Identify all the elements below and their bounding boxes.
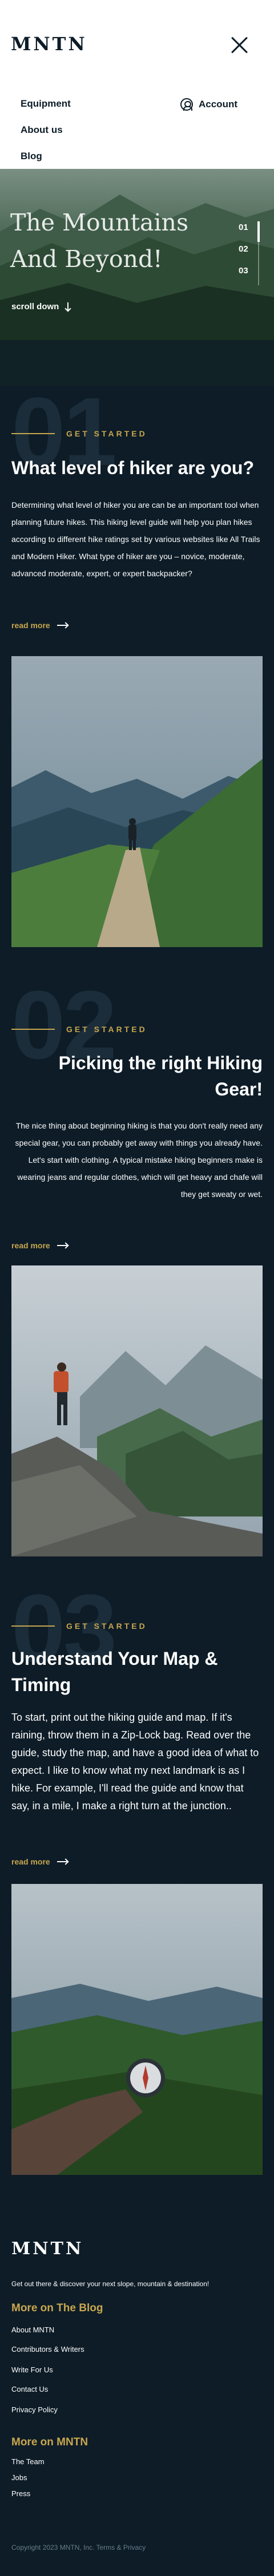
eyebrow-text: GET STARTED [66,429,147,438]
menu-item-about-us[interactable]: About us [21,124,63,136]
read-more-label: read more [11,621,50,630]
footer-link-press[interactable]: Press [11,2489,30,2498]
logo[interactable]: MNTN [11,33,87,55]
section-03-text: To start, print out the hiking guide and… [11,1712,259,1811]
hero-title-line1: The Mountains [10,209,189,236]
eyebrow-line [11,433,55,434]
read-more-label: read more [11,1857,50,1866]
page: MNTN Equipment About us Blog Account The [0,0,274,2576]
copyright: Copyright 2023 MNTN, Inc. Terms & Privac… [11,2543,146,2551]
section-01-read-more[interactable]: read more [11,621,68,630]
hand-with-compass-image [11,1884,263,2175]
footer-tagline: Get out there & discover your next slope… [11,2280,209,2288]
hiker-with-backpack-image [11,1265,263,1556]
section-01-text: Determining what level of hiker you are … [11,500,260,578]
hiker-on-ridge-image [11,656,263,947]
scroll-down-label: scroll down [11,302,59,312]
hero-title: The Mountains And Beyond! [10,204,216,277]
section-01-eyebrow: GET STARTED [11,429,147,438]
footer-link-write-for-us[interactable]: Write For Us [11,2365,53,2374]
footer-logo[interactable]: MNTN [11,2239,83,2259]
footer-link-jobs[interactable]: Jobs [11,2473,27,2482]
section-02-eyebrow: GET STARTED [11,1025,147,1034]
eyebrow-text: GET STARTED [66,1025,147,1034]
slide-03[interactable]: 03 [239,266,248,276]
eyebrow-line [11,1625,55,1627]
account-link[interactable]: Account [180,98,237,111]
eyebrow-line [11,1029,55,1030]
footer-link-privacy[interactable]: Privacy Policy [11,2405,58,2414]
section-02-read-more[interactable]: read more [11,1241,68,1250]
hero: The Mountains And Beyond! scroll down 01… [0,169,274,386]
arrow-right-icon [57,622,68,628]
section-01-photo [11,656,263,947]
section-02-photo [11,1265,263,1556]
menu-item-equipment[interactable]: Equipment [21,98,71,110]
section-03-photo [11,1884,263,2175]
user-icon [180,98,193,111]
menu-item-blog[interactable]: Blog [21,151,42,162]
read-more-label: read more [11,1241,50,1250]
section-03-title: Understand Your Map & Timing [11,1648,218,1695]
hero-title-line2: And Beyond! [10,245,163,273]
arrow-down-icon [65,302,71,312]
close-icon[interactable] [231,35,249,54]
hero-mountain-image [0,169,274,386]
section-02-title: Picking the right Hiking Gear! [58,1053,263,1099]
slide-02[interactable]: 02 [239,244,248,254]
scroll-down-button[interactable]: scroll down [11,302,71,312]
footer-heading-mntn: More on MNTN [11,2436,88,2448]
section-02-text-2: Let's start with clothing. A typical mis… [17,1155,263,1199]
footer-link-about[interactable]: About MNTN [11,2326,54,2334]
footer-link-contact[interactable]: Contact Us [11,2385,48,2393]
section-01-title: What level of hiker are you? [11,458,254,478]
footer-heading-blog: More on The Blog [11,2302,103,2314]
section-03-read-more[interactable]: read more [11,1857,68,1866]
section-02-text: The nice thing about beginning hiking is… [15,1121,263,1147]
footer-link-contributors[interactable]: Contributors & Writers [11,2345,84,2353]
header-menu: MNTN Equipment About us Blog Account [0,0,274,169]
section-03-eyebrow: GET STARTED [11,1621,147,1631]
slide-progress-indicator [257,221,260,242]
account-label: Account [199,99,237,110]
footer-link-team[interactable]: The Team [11,2457,45,2466]
eyebrow-text: GET STARTED [66,1621,147,1631]
arrow-right-icon [57,1859,68,1865]
arrow-right-icon [57,1243,68,1248]
slide-01[interactable]: 01 [239,223,248,232]
